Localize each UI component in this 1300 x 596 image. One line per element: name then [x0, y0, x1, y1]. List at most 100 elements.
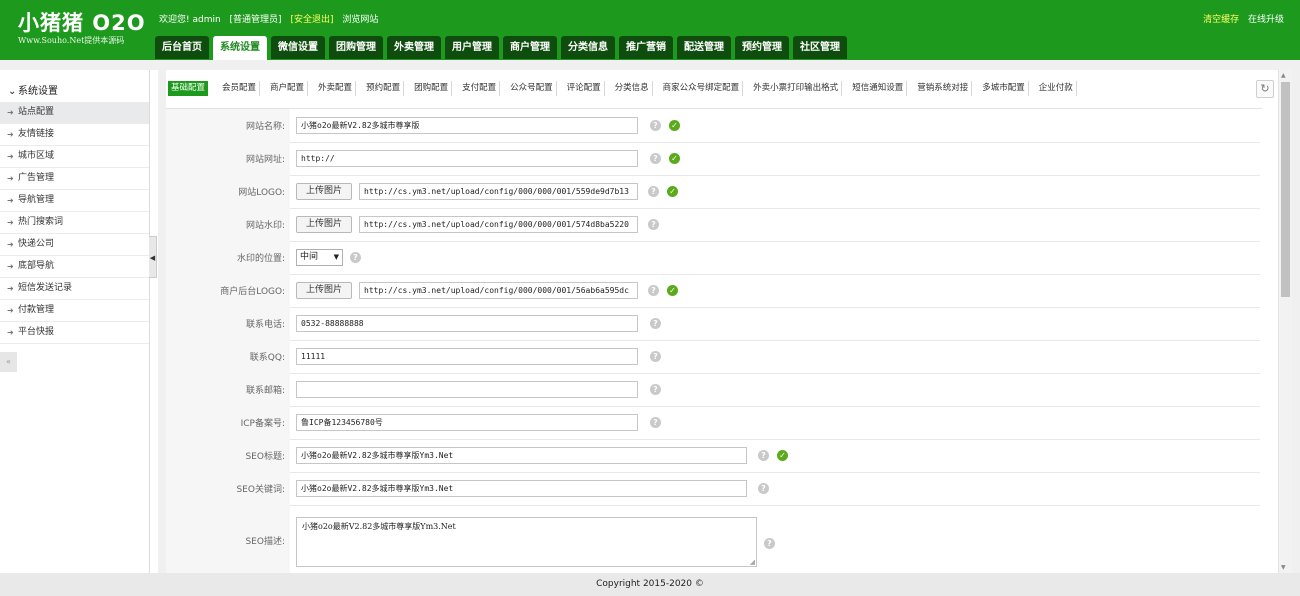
seo-title-input[interactable]: 小猪o2o最新V2.82多城市尊享版Ym3.Net — [296, 447, 747, 464]
nav-tab-merchants[interactable]: 商户管理 — [503, 36, 557, 59]
nav-tab-booking[interactable]: 预约管理 — [735, 36, 789, 59]
tab-groupbuy-config[interactable]: 团购配置 — [411, 81, 453, 96]
help-icon[interactable]: ? — [350, 252, 361, 263]
help-icon[interactable]: ? — [650, 120, 661, 131]
seo-description-textarea[interactable]: 小猪o2o最新V2.82多城市尊享版Ym3.Net ◢ — [296, 517, 757, 567]
check-icon: ✓ — [777, 450, 788, 461]
nav-tab-marketing[interactable]: 推广营销 — [619, 36, 673, 59]
site-url-input[interactable]: http:// — [296, 150, 638, 167]
nav-tab-community[interactable]: 社区管理 — [793, 36, 847, 59]
help-icon[interactable]: ? — [764, 538, 775, 549]
email-input[interactable] — [296, 381, 638, 398]
help-icon[interactable]: ? — [648, 285, 659, 296]
sidebar-item-sms-log[interactable]: ➜ 短信发送记录 — [0, 278, 149, 300]
nav-tab-groupbuy[interactable]: 团购管理 — [329, 36, 383, 59]
sidebar-item-bottom-nav[interactable]: ➜ 底部导航 — [0, 256, 149, 278]
clear-cache-link[interactable]: 清空缓存 — [1203, 15, 1239, 25]
tab-classified-info[interactable]: 分类信息 — [612, 81, 653, 96]
phone-input[interactable]: 0532-88888888 — [296, 315, 638, 332]
form-row-seo-keywords: SEO关键词: 小猪o2o最新V2.82多城市尊享版Ym3.Net ? — [166, 472, 1260, 506]
help-icon[interactable]: ? — [650, 153, 661, 164]
site-name-label: 网站名称: — [166, 109, 290, 142]
logout-link[interactable]: [安全退出] — [290, 15, 333, 25]
scroll-up-icon[interactable]: ▲ — [1281, 72, 1286, 79]
main-nav: 后台首页 系统设置 微信设置 团购管理 外卖管理 用户管理 商户管理 分类信息 … — [155, 36, 851, 60]
sidebar-item-site-config[interactable]: ➜ 站点配置 — [0, 102, 149, 124]
nav-tab-wechat-settings[interactable]: 微信设置 — [271, 36, 325, 59]
help-icon[interactable]: ? — [650, 384, 661, 395]
help-icon[interactable]: ? — [650, 351, 661, 362]
seo-keywords-input[interactable]: 小猪o2o最新V2.82多城市尊享版Ym3.Net — [296, 480, 747, 497]
nav-tab-home[interactable]: 后台首页 — [155, 36, 209, 59]
help-icon[interactable]: ? — [650, 417, 661, 428]
sidebar-item-friend-links[interactable]: ➜ 友情链接 — [0, 124, 149, 146]
tab-member-config[interactable]: 会员配置 — [219, 81, 261, 96]
sidebar-item-hot-search[interactable]: ➜ 热门搜索词 — [0, 212, 149, 234]
sidebar-item-couriers[interactable]: ➜ 快递公司 — [0, 234, 149, 256]
tab-merchant-oa-binding[interactable]: 商家公众号绑定配置 — [660, 81, 744, 96]
form-row-email: 联系邮箱: ? — [166, 373, 1260, 407]
arrow-right-icon: ➜ — [7, 262, 14, 271]
help-icon[interactable]: ? — [648, 186, 659, 197]
sidebar-expand-icon[interactable]: « — [0, 352, 17, 372]
site-watermark-label: 网站水印: — [166, 208, 290, 241]
online-upgrade-link[interactable]: 在线升级 — [1248, 15, 1284, 25]
upload-watermark-button[interactable]: 上传图片 — [296, 216, 352, 233]
help-icon[interactable]: ? — [758, 450, 769, 461]
scrollbar-thumb[interactable] — [1281, 82, 1290, 297]
sidebar-item-label: 底部导航 — [18, 261, 55, 271]
sidebar-collapse-handle[interactable]: ◀ — [149, 236, 157, 278]
scroll-down-icon[interactable]: ▼ — [1281, 564, 1286, 571]
site-url-label: 网站网址: — [166, 142, 290, 175]
upload-logo-button[interactable]: 上传图片 — [296, 183, 352, 200]
sidebar-title[interactable]: ⌄ 系统设置 — [0, 82, 149, 102]
tab-payment-config[interactable]: 支付配置 — [459, 81, 501, 96]
qq-input[interactable]: 11111 — [296, 348, 638, 365]
sidebar-item-label: 友情链接 — [18, 129, 55, 139]
sidebar-item-navigation[interactable]: ➜ 导航管理 — [0, 190, 149, 212]
browse-site-link[interactable]: 浏览网站 — [342, 15, 378, 25]
nav-tab-takeout[interactable]: 外卖管理 — [387, 36, 441, 59]
tab-comment-config[interactable]: 评论配置 — [564, 81, 605, 96]
sidebar-item-ads[interactable]: ➜ 广告管理 — [0, 168, 149, 190]
refresh-icon[interactable]: ↻ — [1256, 80, 1274, 98]
vertical-scrollbar[interactable]: ▲ ▼ — [1278, 70, 1292, 573]
help-icon[interactable]: ? — [758, 483, 769, 494]
tab-official-account-config[interactable]: 公众号配置 — [507, 81, 557, 96]
arrow-right-icon: ➜ — [7, 284, 14, 293]
tab-booking-config[interactable]: 预约配置 — [363, 81, 405, 96]
nav-tab-users[interactable]: 用户管理 — [445, 36, 499, 59]
sidebar-item-news-flash[interactable]: ➜ 平台快报 — [0, 322, 149, 344]
site-watermark-input[interactable]: http://cs.ym3.net/upload/config/000/000/… — [359, 216, 638, 233]
email-label: 联系邮箱: — [166, 373, 290, 406]
arrow-right-icon: ➜ — [7, 218, 14, 227]
icp-input[interactable]: 鲁ICP备123456780号 — [296, 414, 638, 431]
form-row-site-url: 网站网址: http:// ? ✓ — [166, 142, 1260, 176]
tab-takeout-config[interactable]: 外卖配置 — [315, 81, 357, 96]
tab-basic-config[interactable]: 基础配置 — [168, 81, 209, 96]
sidebar-item-payments[interactable]: ➜ 付款管理 — [0, 300, 149, 322]
nav-tab-classifieds[interactable]: 分类信息 — [561, 36, 615, 59]
logo-subtitle: Www.Souho.Net提供本源码 — [18, 36, 125, 45]
tab-marketing-integration[interactable]: 营销系统对接 — [914, 81, 973, 96]
help-icon[interactable]: ? — [648, 219, 659, 230]
arrow-right-icon: ➜ — [7, 328, 14, 337]
site-name-input[interactable]: 小猪o2o最新V2.82多城市尊享版 — [296, 117, 638, 134]
tab-merchant-config[interactable]: 商户配置 — [267, 81, 309, 96]
sidebar-item-city-area[interactable]: ➜ 城市区域 — [0, 146, 149, 168]
sidebar-item-label: 导航管理 — [18, 195, 55, 205]
user-role: [普通管理员] — [229, 15, 282, 25]
tab-receipt-print-format[interactable]: 外卖小票打印输出格式 — [750, 81, 843, 96]
site-logo-input[interactable]: http://cs.ym3.net/upload/config/000/000/… — [359, 183, 638, 200]
tab-enterprise-payment[interactable]: 企业付款 — [1036, 81, 1077, 96]
watermark-position-select[interactable]: 中间 ▼ — [296, 249, 343, 266]
resize-grip-icon[interactable]: ◢ — [750, 558, 755, 566]
tab-multi-city-config[interactable]: 多城市配置 — [979, 81, 1029, 96]
tab-sms-notify[interactable]: 短信通知设置 — [849, 81, 908, 96]
nav-tab-system-settings[interactable]: 系统设置 — [213, 36, 267, 60]
upload-merchant-logo-button[interactable]: 上传图片 — [296, 282, 352, 299]
help-icon[interactable]: ? — [650, 318, 661, 329]
merchant-logo-input[interactable]: http://cs.ym3.net/upload/config/000/000/… — [359, 282, 638, 299]
nav-tab-delivery[interactable]: 配送管理 — [677, 36, 731, 59]
config-tabs: 基础配置 会员配置 商户配置 外卖配置 预约配置 团购配置 支付配置 公众号配置… — [166, 80, 1081, 97]
